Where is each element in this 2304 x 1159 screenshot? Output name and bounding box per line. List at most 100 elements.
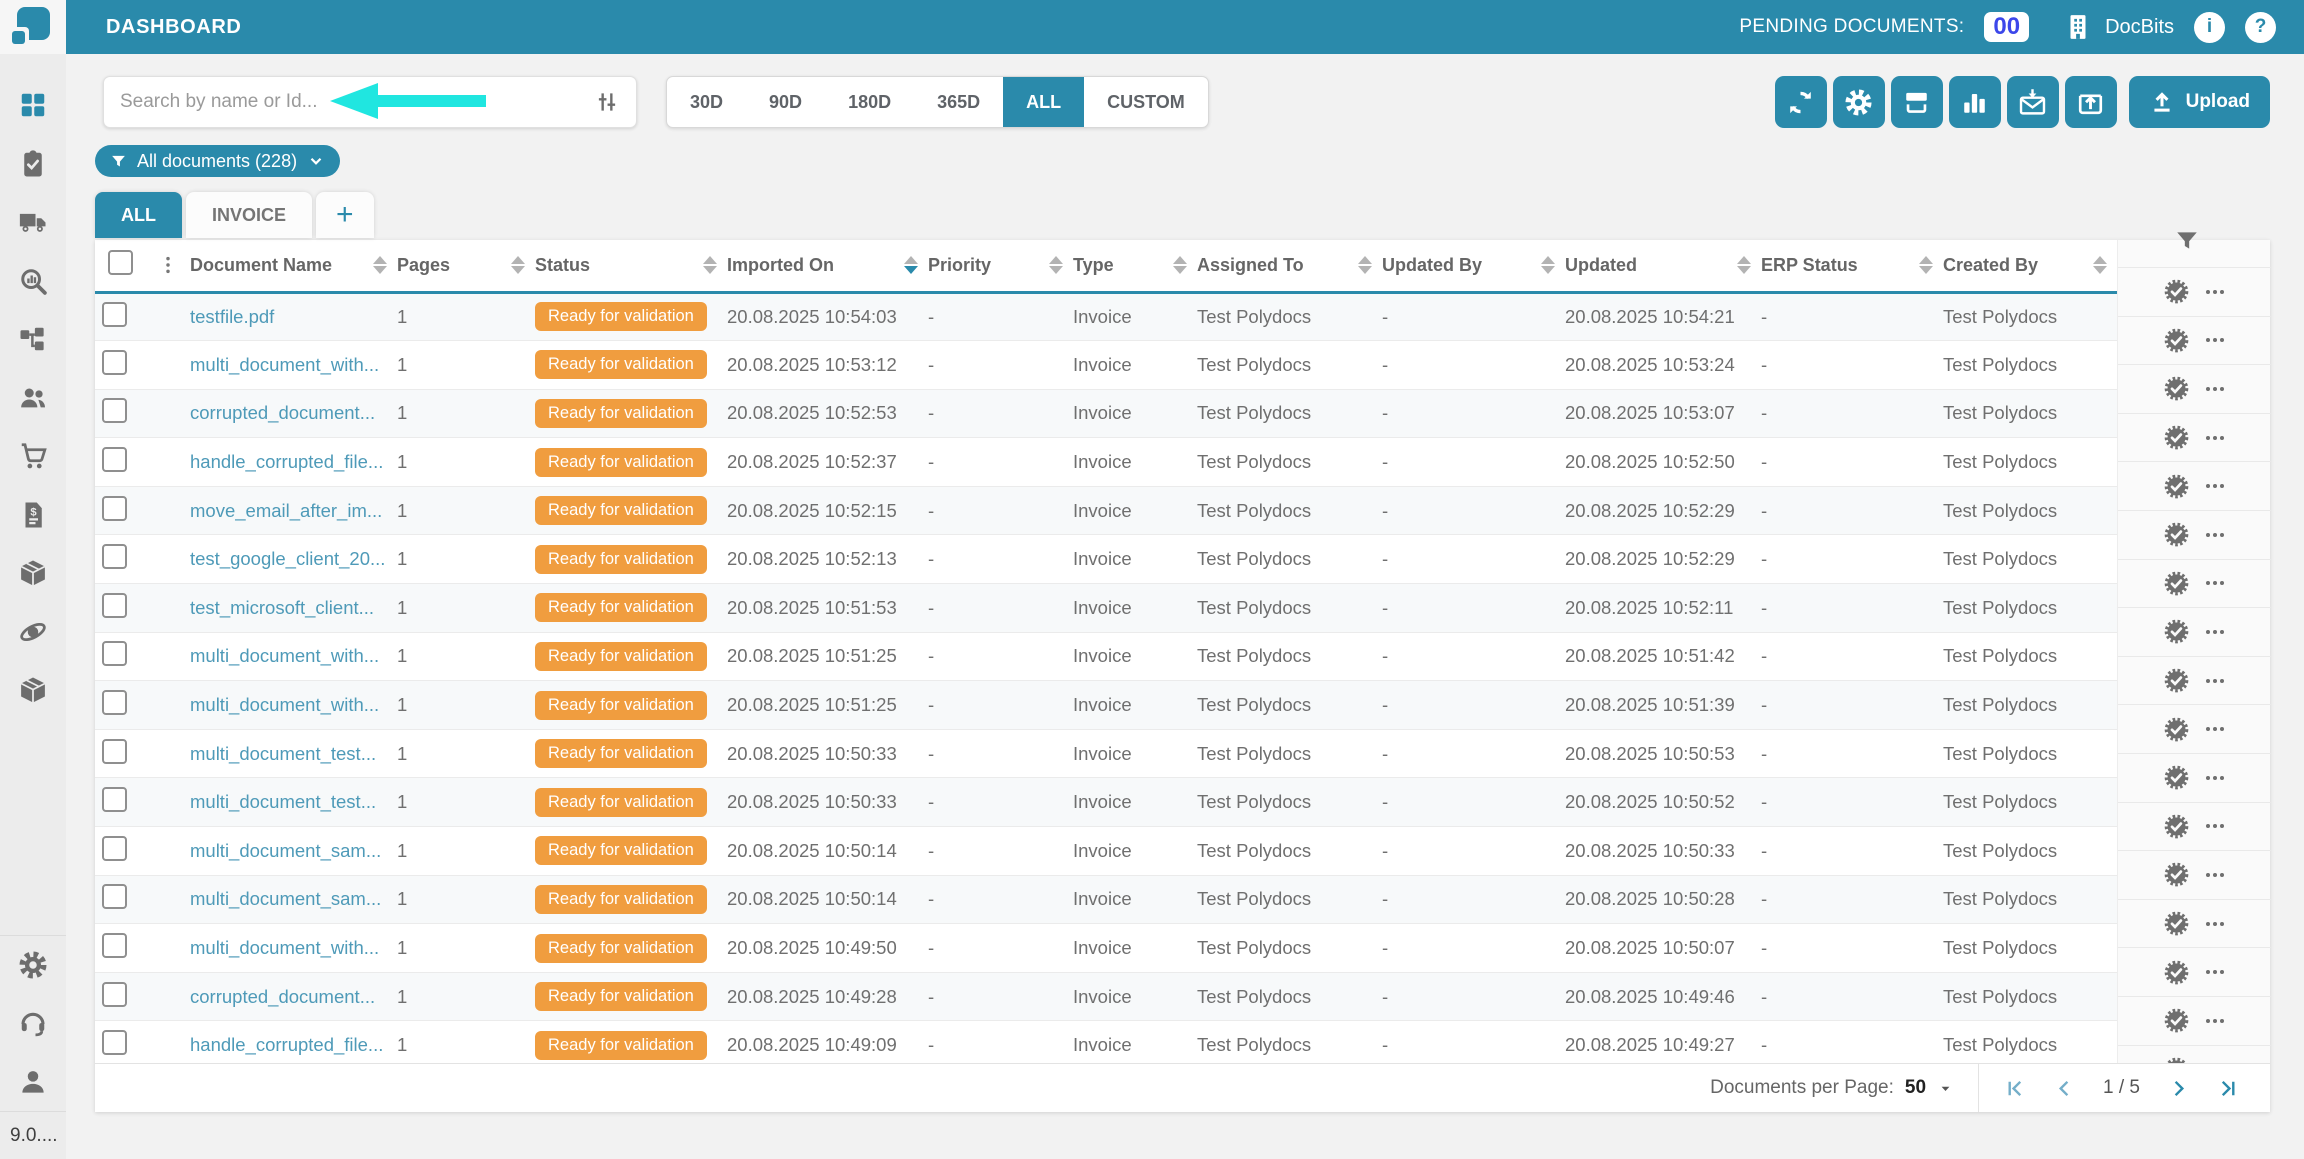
help-icon[interactable]: ? xyxy=(2245,12,2276,43)
document-scanner-button[interactable] xyxy=(1891,76,1943,128)
verified-badge-icon[interactable] xyxy=(2163,1007,2190,1034)
sort-arrows-icon[interactable] xyxy=(703,256,717,274)
document-name-link[interactable]: test_microsoft_client... xyxy=(190,597,374,618)
more-options-icon[interactable] xyxy=(2203,717,2227,741)
more-options-icon[interactable] xyxy=(2203,280,2227,304)
document-name-link[interactable]: multi_document_test... xyxy=(190,791,376,812)
verified-badge-icon[interactable] xyxy=(2163,375,2190,402)
document-name-link[interactable]: testfile.pdf xyxy=(190,306,274,327)
row-checkbox[interactable] xyxy=(102,836,127,861)
row-checkbox[interactable] xyxy=(102,982,127,1007)
verified-badge-icon[interactable] xyxy=(2163,861,2190,888)
column-header-pages[interactable]: Pages xyxy=(397,255,535,276)
more-options-icon[interactable] xyxy=(2203,523,2227,547)
search-filter-tune-icon[interactable] xyxy=(594,89,620,115)
settings-gear-button[interactable] xyxy=(1833,76,1885,128)
verified-badge-icon[interactable] xyxy=(2163,424,2190,451)
document-name-link[interactable]: multi_document_sam... xyxy=(190,840,381,861)
sidebar-item-support-headset[interactable] xyxy=(0,994,66,1053)
row-checkbox[interactable] xyxy=(102,641,127,666)
next-page-button[interactable] xyxy=(2167,1077,2190,1100)
verified-badge-icon[interactable] xyxy=(2163,473,2190,500)
more-options-icon[interactable] xyxy=(2203,377,2227,401)
column-header-document-name[interactable]: Document Name xyxy=(190,255,397,276)
sidebar-item-dashboard-grid[interactable] xyxy=(0,76,66,135)
sidebar-item-user-profile[interactable] xyxy=(0,1053,66,1112)
document-name-link[interactable]: corrupted_document... xyxy=(190,986,375,1007)
sidebar-item-settings-gear[interactable] xyxy=(0,936,66,995)
column-header-erp-status[interactable]: ERP Status xyxy=(1761,255,1943,276)
more-options-icon[interactable] xyxy=(2203,766,2227,790)
column-filter-funnel-icon[interactable] xyxy=(2174,228,2200,259)
column-header-updated-by[interactable]: Updated By xyxy=(1382,255,1565,276)
row-checkbox[interactable] xyxy=(102,398,127,423)
row-checkbox[interactable] xyxy=(102,447,127,472)
row-checkbox[interactable] xyxy=(102,593,127,618)
document-name-link[interactable]: multi_document_with... xyxy=(190,694,379,715)
more-options-icon[interactable] xyxy=(2203,814,2227,838)
verified-badge-icon[interactable] xyxy=(2163,278,2190,305)
document-name-link[interactable]: test_google_client_20... xyxy=(190,548,385,569)
row-checkbox[interactable] xyxy=(102,350,127,375)
statistics-chart-button[interactable] xyxy=(1949,76,2001,128)
date-filter-all[interactable]: ALL xyxy=(1003,77,1084,127)
more-options-icon[interactable] xyxy=(2203,669,2227,693)
row-checkbox[interactable] xyxy=(102,496,127,521)
date-filter-90d[interactable]: 90D xyxy=(746,77,825,127)
row-checkbox[interactable] xyxy=(102,933,127,958)
more-options-icon[interactable] xyxy=(2203,474,2227,498)
row-checkbox[interactable] xyxy=(102,544,127,569)
more-options-icon[interactable] xyxy=(2203,571,2227,595)
organization-building-icon[interactable] xyxy=(2063,12,2093,42)
sort-arrows-icon[interactable] xyxy=(1049,256,1063,274)
verified-badge-icon[interactable] xyxy=(2163,813,2190,840)
date-filter-180d[interactable]: 180D xyxy=(825,77,914,127)
tab-invoice[interactable]: INVOICE xyxy=(186,192,312,238)
row-checkbox[interactable] xyxy=(102,884,127,909)
sidebar-item-delivery-truck[interactable] xyxy=(0,193,66,252)
more-options-icon[interactable] xyxy=(2203,620,2227,644)
more-options-icon[interactable] xyxy=(2203,1009,2227,1033)
previous-page-button[interactable] xyxy=(2053,1077,2076,1100)
sidebar-item-integrations-orbit[interactable] xyxy=(0,603,66,662)
verified-badge-icon[interactable] xyxy=(2163,959,2190,986)
sort-arrows-icon[interactable] xyxy=(1358,256,1372,274)
verified-badge-icon[interactable] xyxy=(2163,764,2190,791)
column-header-assigned-to[interactable]: Assigned To xyxy=(1197,255,1382,276)
row-checkbox[interactable] xyxy=(102,302,127,327)
column-header-type[interactable]: Type xyxy=(1073,255,1197,276)
sidebar-item-shopping-cart[interactable] xyxy=(0,427,66,486)
verified-badge-icon[interactable] xyxy=(2163,618,2190,645)
info-icon[interactable]: i xyxy=(2194,12,2225,43)
document-name-link[interactable]: multi_document_test... xyxy=(190,743,376,764)
document-name-link[interactable]: handle_corrupted_file... xyxy=(190,451,383,472)
row-checkbox[interactable] xyxy=(102,1030,127,1055)
verified-badge-icon[interactable] xyxy=(2163,521,2190,548)
sidebar-item-users[interactable] xyxy=(0,369,66,428)
document-name-link[interactable]: multi_document_with... xyxy=(190,354,379,375)
column-header-updated[interactable]: Updated xyxy=(1565,255,1761,276)
verified-badge-icon[interactable] xyxy=(2163,327,2190,354)
column-header-created-by[interactable]: Created By xyxy=(1943,255,2117,276)
verified-badge-icon[interactable] xyxy=(2163,570,2190,597)
row-checkbox[interactable] xyxy=(102,739,127,764)
select-all-checkbox[interactable] xyxy=(108,250,133,275)
row-checkbox[interactable] xyxy=(102,690,127,715)
sort-arrows-icon[interactable] xyxy=(2093,256,2107,274)
sidebar-item-package-box-2[interactable] xyxy=(0,661,66,720)
sort-arrows-icon[interactable] xyxy=(373,256,387,274)
export-tray-button[interactable] xyxy=(2065,76,2117,128)
more-options-icon[interactable] xyxy=(2203,912,2227,936)
column-options-kebab-icon[interactable] xyxy=(145,254,190,276)
add-tab-button[interactable]: + xyxy=(316,192,374,238)
sort-arrows-icon[interactable] xyxy=(904,256,918,274)
date-filter-30d[interactable]: 30D xyxy=(667,77,746,127)
sidebar-item-workflow-tree[interactable] xyxy=(0,310,66,369)
more-options-icon[interactable] xyxy=(2203,863,2227,887)
more-options-icon[interactable] xyxy=(2203,426,2227,450)
document-name-link[interactable]: move_email_after_im... xyxy=(190,500,382,521)
sidebar-item-validation-clipboard[interactable] xyxy=(0,135,66,194)
verified-badge-icon[interactable] xyxy=(2163,667,2190,694)
document-name-link[interactable]: handle_corrupted_file... xyxy=(190,1034,383,1055)
sort-arrows-icon[interactable] xyxy=(1173,256,1187,274)
